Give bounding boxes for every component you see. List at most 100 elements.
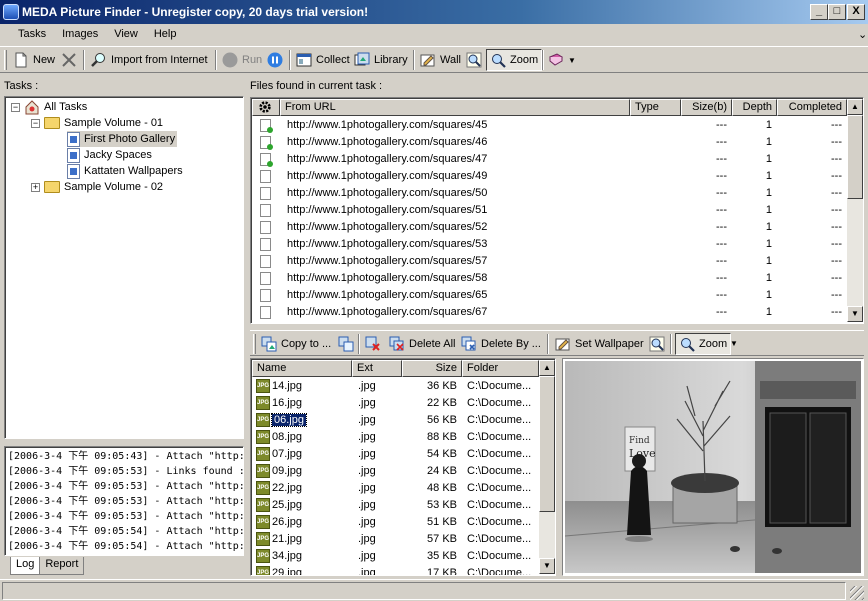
tree-node-jacky-spaces[interactable]: Jacky Spaces (67, 147, 152, 163)
minimize-button[interactable]: _ (810, 4, 828, 20)
collect-button[interactable]: Collect (293, 49, 353, 71)
task-tree[interactable]: − All Tasks − Sample Volume - 01 First P… (4, 96, 244, 439)
file-ext: .jpg (358, 380, 376, 392)
help-book-button[interactable]: ▼ (545, 49, 579, 71)
scroll-thumb[interactable] (847, 115, 863, 199)
close-button[interactable]: X (847, 4, 865, 20)
menu-chevron-icon[interactable]: ⌄ (850, 25, 868, 45)
scroll-thumb[interactable] (539, 376, 555, 512)
copy-to-button[interactable]: Copy to ... (258, 333, 334, 355)
menu-images[interactable]: Images (54, 25, 106, 45)
file-row[interactable]: JPG 16.jpg .jpg 22 KB C:\Docume... (251, 395, 539, 412)
url-row[interactable]: http://www.1photogallery.com/squares/53 -… (251, 236, 847, 253)
url-row[interactable]: http://www.1photogallery.com/squares/49 -… (251, 168, 847, 185)
toolbar-grip[interactable] (4, 50, 7, 70)
tree-node-first-photo-gallery[interactable]: First Photo Gallery (67, 131, 178, 147)
file-row[interactable]: JPG 14.jpg .jpg 36 KB C:\Docume... (251, 378, 539, 395)
url-list[interactable]: From URL Type Size(b) Depth Completed ht… (250, 97, 864, 324)
column-header-depth[interactable]: Depth (732, 99, 777, 116)
url-row[interactable]: http://www.1photogallery.com/squares/65 -… (251, 287, 847, 304)
zoom-fit-button[interactable] (463, 49, 485, 71)
file-row[interactable]: JPG 25.jpg .jpg 53 KB C:\Docume... (251, 497, 539, 514)
file-row[interactable]: JPG 34.jpg .jpg 35 KB C:\Docume... (251, 548, 539, 565)
url-row[interactable]: http://www.1photogallery.com/squares/45 -… (251, 117, 847, 134)
log-line: [2006-3-4 下午 09:05:53] - Attach "http: (8, 481, 244, 492)
toolbar-separator (547, 334, 549, 354)
file-row[interactable]: JPG 26.jpg .jpg 51 KB C:\Docume... (251, 514, 539, 531)
url-row[interactable]: http://www.1photogallery.com/squares/50 -… (251, 185, 847, 202)
move-to-button[interactable] (335, 333, 357, 355)
scroll-down-icon[interactable]: ▼ (539, 558, 555, 574)
url-row[interactable]: http://www.1photogallery.com/squares/46 -… (251, 134, 847, 151)
resize-grip-icon[interactable] (850, 586, 864, 600)
image-file-list[interactable]: Name Ext Size Folder JPG 14.jpg .jpg 36 KB C… (250, 358, 556, 576)
url-row[interactable]: http://www.1photogallery.com/squares/57 -… (251, 253, 847, 270)
column-header-name[interactable]: Name (252, 360, 352, 377)
collapse-icon[interactable]: − (31, 118, 40, 128)
tab-report[interactable]: Report (39, 557, 85, 575)
column-header-type[interactable]: Type (630, 99, 681, 116)
file-row[interactable]: JPG 09.jpg .jpg 24 KB C:\Docume... (251, 463, 539, 480)
url-row[interactable]: http://www.1photogallery.com/squares/51 -… (251, 202, 847, 219)
tab-log[interactable]: Log (10, 557, 41, 575)
library-button[interactable]: Library (351, 49, 411, 71)
tree-node-all-tasks[interactable]: − All Tasks (11, 99, 87, 115)
zoom-fit-button[interactable] (646, 333, 668, 355)
menu-tasks[interactable]: Tasks (10, 25, 54, 45)
file-row[interactable]: JPG 22.jpg .jpg 48 KB C:\Docume... (251, 480, 539, 497)
toolbar-grip[interactable] (253, 334, 256, 354)
delete-task-button[interactable] (58, 49, 80, 71)
collapse-icon[interactable]: − (11, 102, 20, 112)
image-preview[interactable]: Find Love (562, 358, 864, 576)
tree-node-kattaten-wallpapers[interactable]: Kattaten Wallpapers (67, 163, 183, 179)
column-header-status[interactable] (252, 99, 280, 116)
maximize-button[interactable]: □ (828, 4, 846, 20)
url-row[interactable]: http://www.1photogallery.com/squares/58 -… (251, 270, 847, 287)
file-row[interactable]: JPG 06.jpg .jpg 56 KB C:\Docume... (251, 412, 539, 429)
expand-icon[interactable]: + (31, 182, 40, 192)
import-internet-button[interactable]: Import from Internet (88, 49, 211, 71)
url-row[interactable]: http://www.1photogallery.com/squares/52 -… (251, 219, 847, 236)
set-wallpaper-button[interactable]: Set Wallpaper (552, 333, 647, 355)
delete-selected-button[interactable] (362, 333, 384, 355)
delete-all-button[interactable]: Delete All (386, 333, 458, 355)
file-size: 22 KB (427, 397, 457, 409)
tree-node-volume-01[interactable]: − Sample Volume - 01 (31, 115, 163, 131)
column-header-ext[interactable]: Ext (352, 360, 402, 377)
column-header-folder[interactable]: Folder (462, 360, 539, 377)
menu-help[interactable]: Help (146, 25, 185, 45)
column-header-file-size[interactable]: Size (402, 360, 462, 377)
tree-node-volume-02[interactable]: + Sample Volume - 02 (31, 179, 163, 195)
scroll-up-icon[interactable]: ▲ (539, 360, 555, 376)
url-list-scrollbar[interactable]: ▲ ▼ (847, 99, 863, 322)
file-row[interactable]: JPG 08.jpg .jpg 88 KB C:\Docume... (251, 429, 539, 446)
jpg-file-icon: JPG (256, 430, 270, 445)
new-button[interactable]: New (10, 49, 58, 71)
toolbar-dropdown-icon[interactable]: ▼ (568, 56, 576, 65)
scroll-down-icon[interactable]: ▼ (847, 306, 863, 322)
scroll-up-icon[interactable]: ▲ (847, 99, 863, 115)
column-header-from-url[interactable]: From URL (280, 99, 630, 116)
zoom-button[interactable]: Zoom (486, 49, 543, 71)
file-row[interactable]: JPG 07.jpg .jpg 54 KB C:\Docume... (251, 446, 539, 463)
url-row[interactable]: http://www.1photogallery.com/squares/67 -… (251, 304, 847, 321)
column-header-completed[interactable]: Completed (777, 99, 847, 116)
jpg-file-icon: JPG (256, 481, 270, 496)
file-row[interactable]: JPG 29.jpg .jpg 17 KB C:\Docume... (251, 565, 539, 576)
log-panel[interactable]: [2006-3-4 下午 09:05:43] - Attach "http: [… (4, 446, 244, 556)
file-row[interactable]: JPG 21.jpg .jpg 57 KB C:\Docume... (251, 531, 539, 548)
zoom-dropdown-icon[interactable]: ▼ (730, 339, 738, 348)
file-list-scrollbar[interactable]: ▲ ▼ (539, 360, 555, 574)
url-cell: http://www.1photogallery.com/squares/50 (287, 187, 488, 199)
menu-view[interactable]: View (106, 25, 146, 45)
run-button[interactable]: Run (219, 49, 265, 71)
wall-button[interactable]: Wall (417, 49, 464, 71)
file-name: 29.jpg (272, 567, 302, 576)
url-cell: http://www.1photogallery.com/squares/46 (287, 136, 488, 148)
url-row[interactable]: http://www.1photogallery.com/squares/47 -… (251, 151, 847, 168)
column-header-size[interactable]: Size(b) (681, 99, 732, 116)
delete-by-button[interactable]: Delete By ... (458, 333, 544, 355)
zoom-button[interactable]: Zoom (675, 333, 732, 355)
pause-button[interactable] (264, 49, 286, 71)
url-pending-icon (259, 203, 271, 217)
